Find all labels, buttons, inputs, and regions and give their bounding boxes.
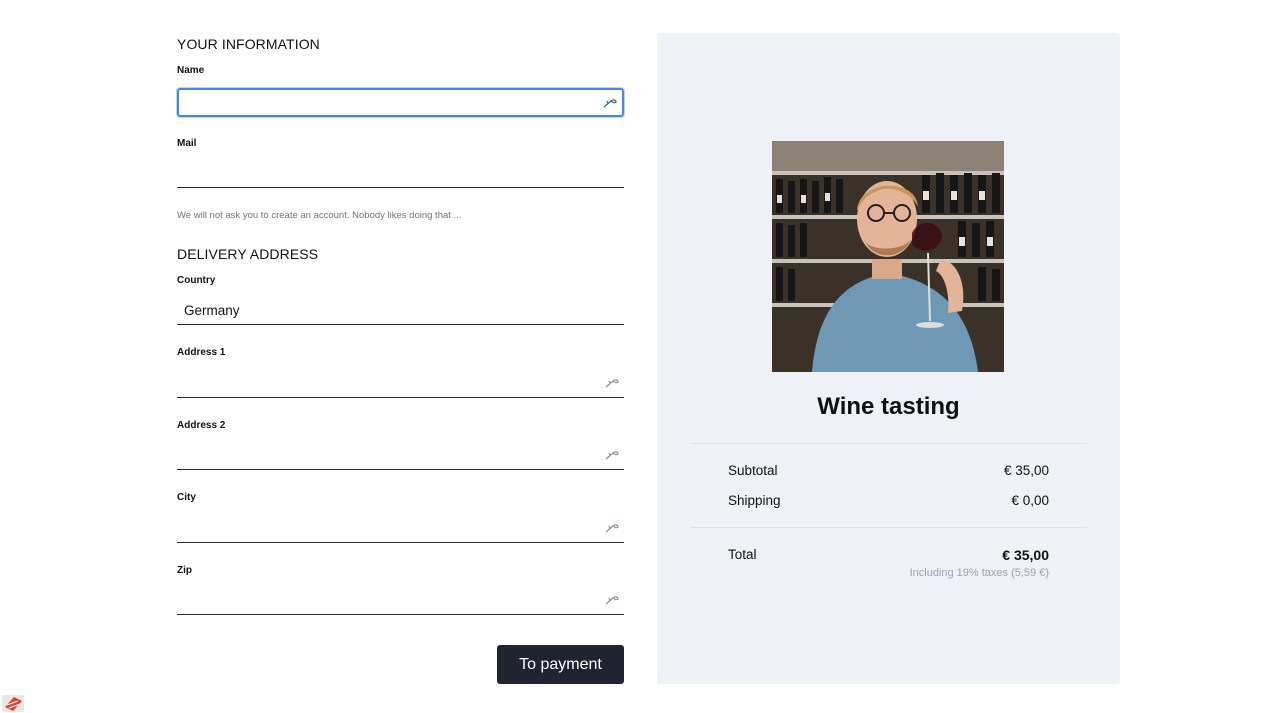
total-value: € 35,00: [1002, 547, 1049, 563]
mail-field[interactable]: [177, 158, 624, 188]
shipping-row: Shipping € 0,00: [728, 493, 1049, 508]
address1-input[interactable]: [177, 368, 624, 397]
country-select[interactable]: Germany: [177, 291, 624, 325]
city-label: City: [177, 492, 196, 503]
name-label: Name: [177, 65, 205, 76]
address2-label: Address 2: [177, 420, 226, 431]
zip-label: Zip: [177, 565, 192, 576]
subtotal-label: Subtotal: [728, 463, 778, 478]
account-helper-text: We will not ask you to create an account…: [177, 210, 462, 221]
total-label: Total: [728, 547, 757, 562]
city-input[interactable]: [177, 513, 624, 542]
product-title: Wine tasting: [817, 393, 960, 420]
key-icon[interactable]: [604, 449, 620, 461]
zip-field[interactable]: [177, 585, 624, 615]
mail-label: Mail: [177, 138, 197, 149]
subtotal-value: € 35,00: [1003, 463, 1049, 478]
shipping-value: € 0,00: [1011, 493, 1049, 508]
product-image: [772, 141, 1004, 372]
delivery-address-heading: DELIVERY ADDRESS: [177, 246, 319, 262]
total-row: Total € 35,00: [728, 547, 1049, 563]
address1-label: Address 1: [177, 347, 226, 358]
to-payment-button[interactable]: To payment: [497, 645, 624, 684]
key-icon[interactable]: [604, 377, 620, 389]
mail-input[interactable]: [177, 158, 624, 187]
country-value: Germany: [184, 303, 240, 318]
name-field[interactable]: [177, 88, 624, 117]
shipping-label: Shipping: [728, 493, 781, 508]
order-summary: Wine tasting Subtotal € 35,00 Shipping €…: [657, 33, 1120, 684]
address2-input[interactable]: [177, 440, 624, 469]
subtotal-row: Subtotal € 35,00: [728, 463, 1049, 478]
country-label: Country: [177, 275, 216, 286]
tax-note: Including 19% taxes (5,59 €): [909, 567, 1049, 579]
address1-field[interactable]: [177, 368, 624, 398]
key-icon[interactable]: [604, 594, 620, 606]
key-icon[interactable]: [602, 97, 618, 109]
address2-field[interactable]: [177, 440, 624, 470]
app-icon[interactable]: [2, 693, 26, 713]
your-information-heading: YOUR INFORMATION: [177, 36, 320, 52]
key-icon[interactable]: [604, 522, 620, 534]
zip-input[interactable]: [177, 585, 624, 614]
summary-divider-bottom: [690, 527, 1087, 528]
summary-divider-top: [690, 443, 1087, 444]
city-field[interactable]: [177, 513, 624, 543]
name-input[interactable]: [179, 90, 622, 115]
